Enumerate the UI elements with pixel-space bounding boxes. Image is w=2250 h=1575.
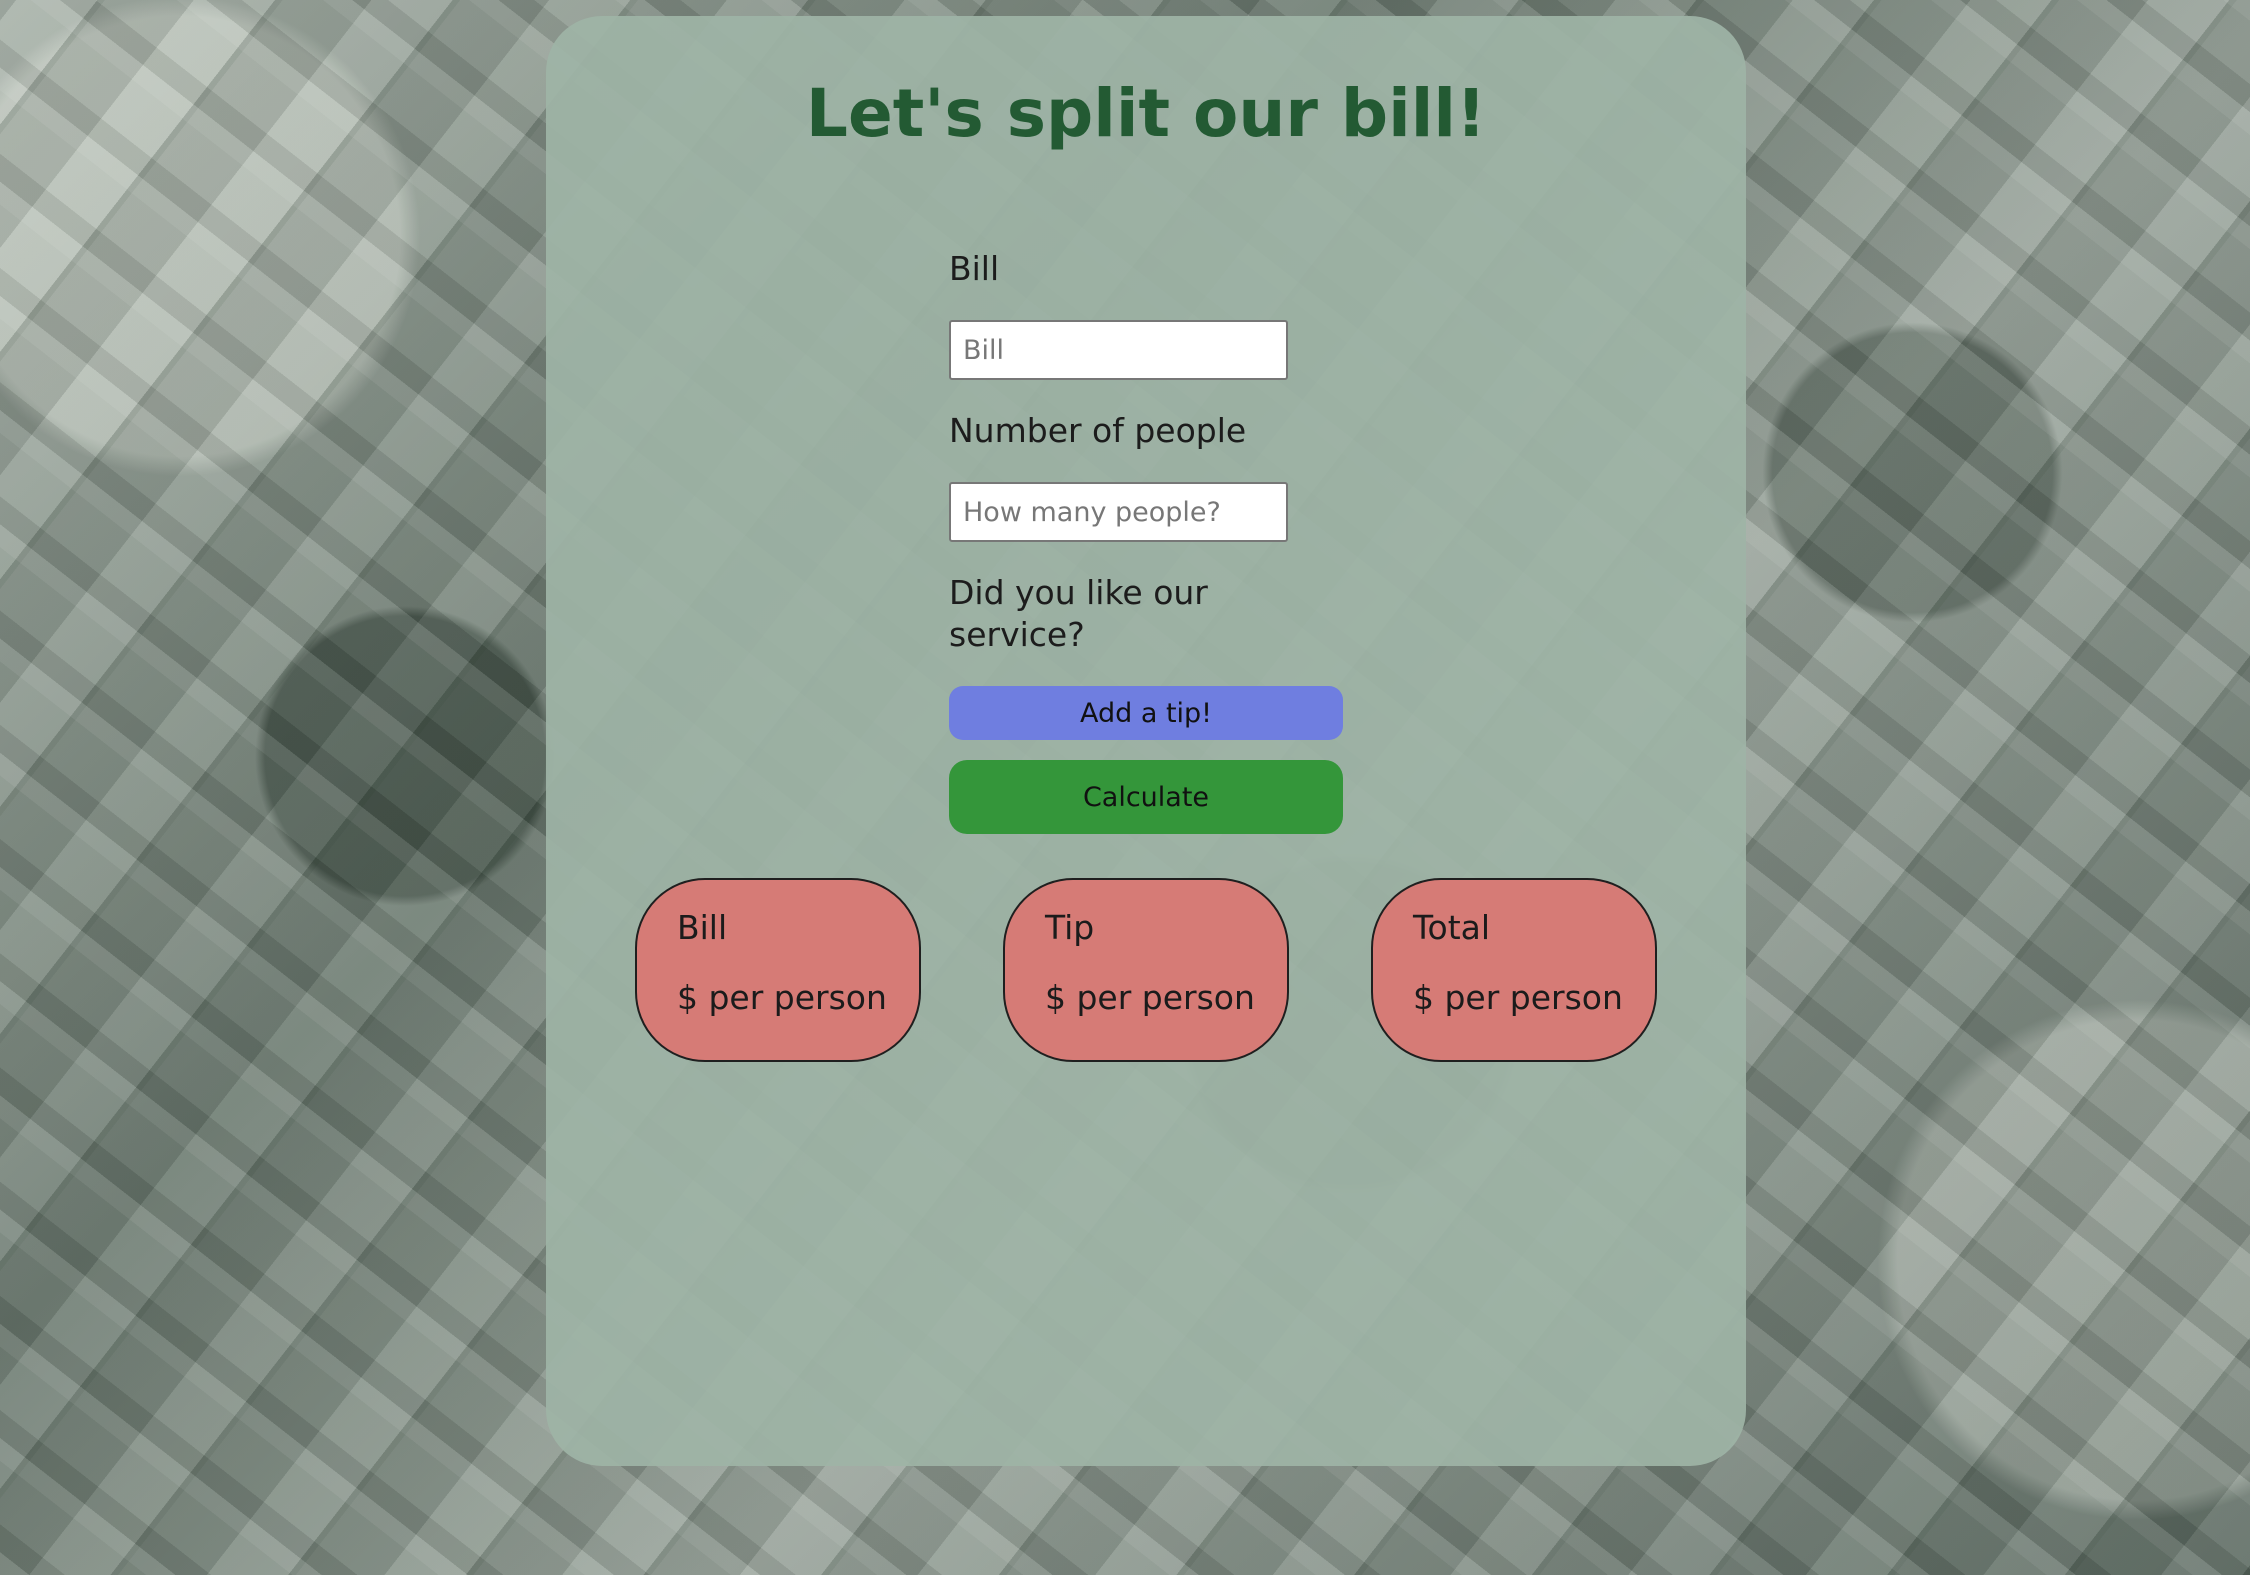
bill-splitter-card: Let's split our bill! Bill Number of peo…	[546, 16, 1746, 1466]
bill-per-person-box: Bill $ per person	[635, 878, 921, 1062]
add-tip-button[interactable]: Add a tip!	[949, 686, 1343, 740]
result-value: $ per person	[677, 978, 887, 1017]
total-per-person-box: Total $ per person	[1371, 878, 1657, 1062]
bill-form: Bill Number of people Did you like our s…	[949, 248, 1349, 834]
bill-label: Bill	[949, 249, 1000, 288]
result-label: Bill	[677, 908, 728, 947]
bill-input[interactable]	[949, 320, 1288, 380]
result-value: $ per person	[1045, 978, 1255, 1017]
number-of-people-label: Number of people	[949, 411, 1247, 450]
service-question: Did you like our service?	[949, 573, 1208, 654]
result-value: $ per person	[1413, 978, 1623, 1017]
page-title: Let's split our bill!	[805, 75, 1487, 152]
tip-per-person-box: Tip $ per person	[1003, 878, 1289, 1062]
result-label: Total	[1413, 908, 1491, 947]
number-of-people-input[interactable]	[949, 482, 1288, 542]
result-label: Tip	[1045, 908, 1095, 947]
calculate-button[interactable]: Calculate	[949, 760, 1343, 834]
